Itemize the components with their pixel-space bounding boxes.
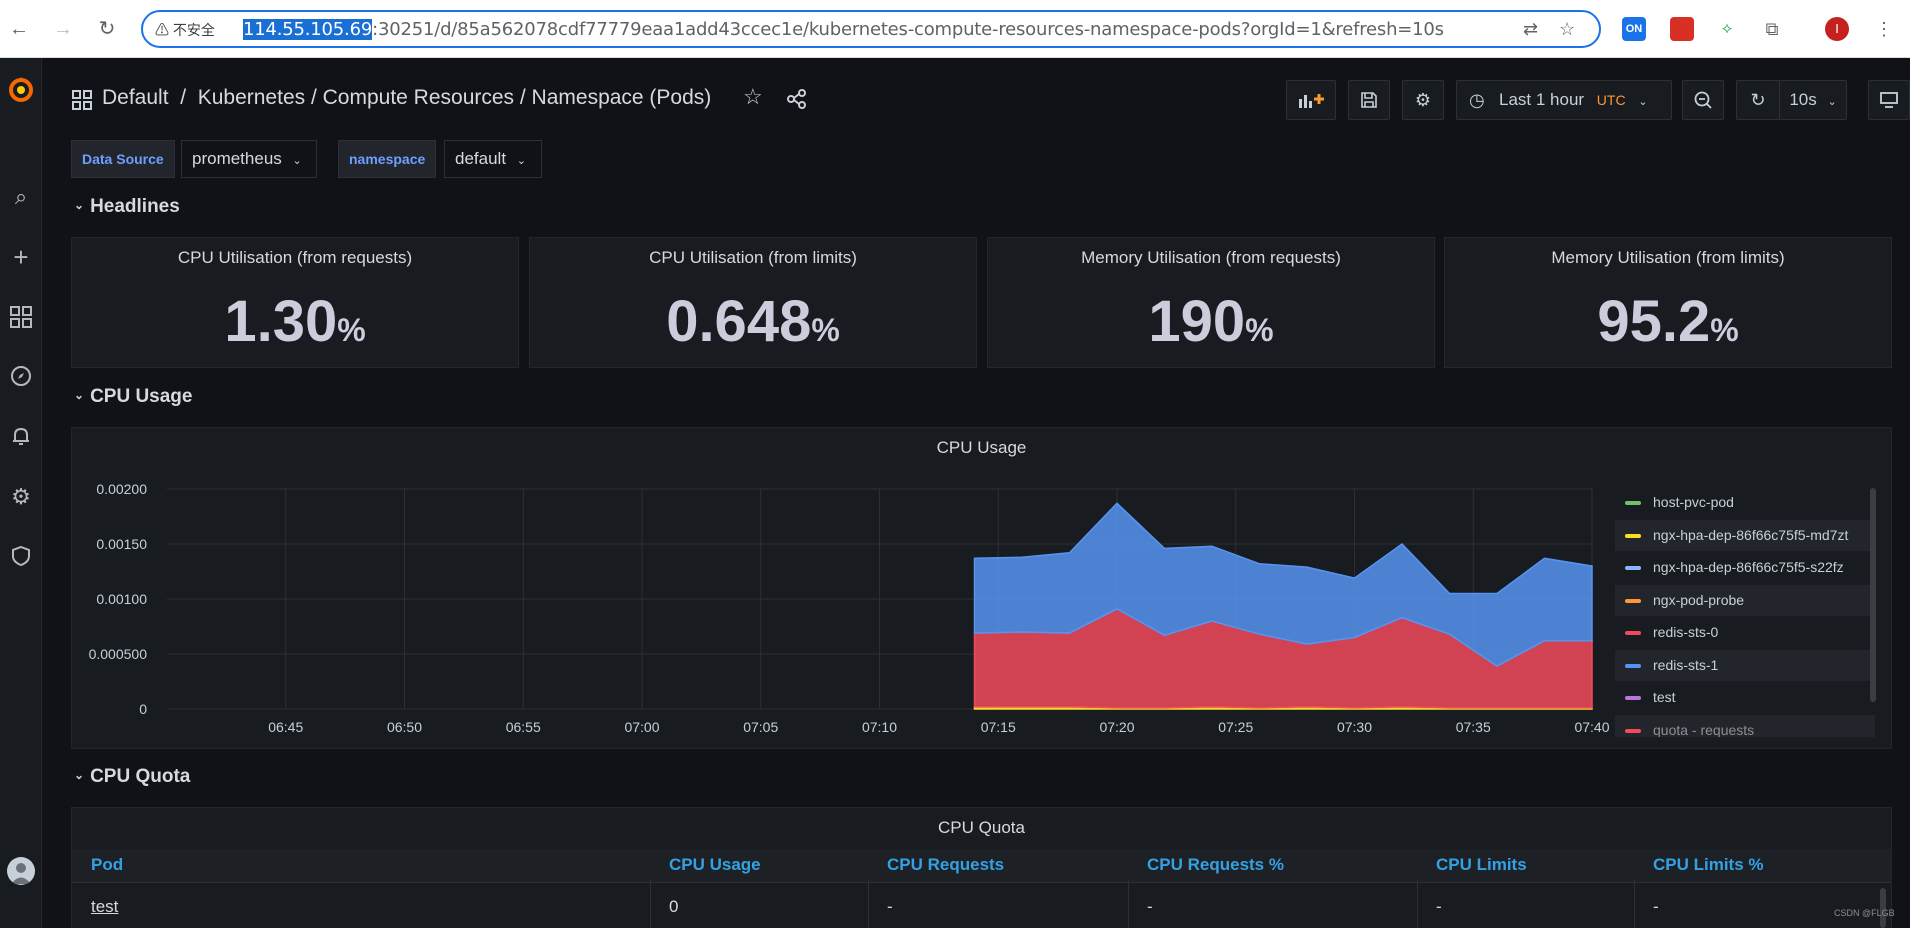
column-divider (868, 880, 869, 928)
legend-label: quota - requests (1653, 721, 1755, 738)
y-tick-label: 0.00150 (96, 536, 147, 552)
legend-item[interactable]: ngx-pod-probe (1615, 584, 1875, 616)
table-cell: - (1436, 897, 1442, 916)
legend-swatch (1625, 663, 1641, 668)
x-tick-label: 07:25 (1218, 719, 1253, 735)
x-tick-label: 06:50 (387, 719, 422, 735)
column-header-cpu-limits-pct[interactable]: CPU Limits % (1653, 855, 1764, 875)
legend-item[interactable]: quota - requests (1615, 714, 1875, 738)
legend-label: redis-sts-0 (1653, 624, 1719, 640)
watermark: CSDN @FLGB (1834, 908, 1895, 918)
legend-swatch (1625, 728, 1641, 733)
column-divider (1128, 880, 1129, 928)
legend-item[interactable]: redis-sts-0 (1615, 617, 1875, 648)
x-tick-label: 07:05 (743, 719, 778, 735)
x-tick-label: 06:45 (268, 719, 303, 735)
legend-label: ngx-pod-probe (1653, 591, 1745, 608)
y-tick-label: 0.00200 (96, 481, 147, 497)
legend-label: host-pvc-pod (1653, 494, 1734, 510)
legend-swatch (1625, 501, 1641, 505)
legend-swatch (1625, 566, 1641, 570)
column-header-cpu-limits[interactable]: CPU Limits (1436, 855, 1527, 875)
column-header-cpu-requests[interactable]: CPU Requests (887, 855, 1004, 875)
x-tick-label: 07:15 (981, 719, 1016, 735)
table-cell: - (887, 897, 893, 916)
y-tick-label: 0.000500 (89, 646, 148, 662)
legend-item[interactable]: redis-sts-1 (1615, 649, 1875, 681)
legend-item[interactable]: ngx-hpa-dep-86f66c75f5-md7zt (1615, 519, 1875, 551)
panel-title: CPU Quota (938, 818, 1025, 837)
row-title: CPU Quota (90, 766, 191, 787)
cpu-usage-chart: 0 0.000500 0.00100 0.00150 0.00200 06:45 06:50… (89, 481, 1610, 735)
column-divider (1634, 880, 1635, 928)
x-tick-label: 07:30 (1337, 719, 1372, 735)
legend-label: ngx-hpa-dep-86f66c75f5-md7zt (1653, 526, 1849, 543)
x-tick-label: 07:20 (1099, 719, 1134, 735)
x-tick-label: 07:00 (624, 719, 659, 735)
legend-item[interactable]: test (1615, 682, 1875, 713)
legend-swatch (1625, 533, 1641, 538)
legend-label: redis-sts-1 (1653, 656, 1719, 673)
table-cell-pod-link[interactable]: test (91, 897, 118, 917)
column-header-pod[interactable]: Pod (91, 855, 123, 875)
column-header-cpu-requests-pct[interactable]: CPU Requests % (1147, 855, 1284, 875)
x-tick-label: 06:55 (506, 719, 541, 735)
column-divider (650, 880, 651, 928)
legend-item[interactable]: ngx-hpa-dep-86f66c75f5-s22fz (1615, 552, 1875, 583)
chart-legend: host-pvc-pod ngx-hpa-dep-86f66c75f5-md7zt… (1615, 487, 1875, 737)
chevron-down-icon: ⌄ (74, 768, 85, 782)
y-tick-label: 0.00100 (96, 591, 147, 607)
column-divider (1417, 880, 1418, 928)
legend-swatch (1625, 598, 1641, 603)
table-cell: 0 (669, 897, 679, 916)
row-cpu-quota[interactable]: ⌄ CPU Quota (74, 766, 190, 788)
legend-label: test (1653, 689, 1676, 705)
legend-scrollbar[interactable] (1870, 488, 1876, 702)
column-header-cpu-usage[interactable]: CPU Usage (669, 855, 761, 875)
legend-swatch (1625, 631, 1641, 635)
legend-item[interactable]: host-pvc-pod (1615, 487, 1875, 518)
legend-swatch (1625, 696, 1641, 700)
x-tick-label: 07:10 (862, 719, 897, 735)
y-tick-label: 0 (139, 701, 147, 717)
x-tick-label: 07:40 (1574, 719, 1609, 735)
table-cell: - (1147, 897, 1153, 916)
legend-label: ngx-hpa-dep-86f66c75f5-s22fz (1653, 559, 1844, 575)
x-tick-label: 07:35 (1456, 719, 1491, 735)
table-cell: - (1653, 897, 1659, 916)
